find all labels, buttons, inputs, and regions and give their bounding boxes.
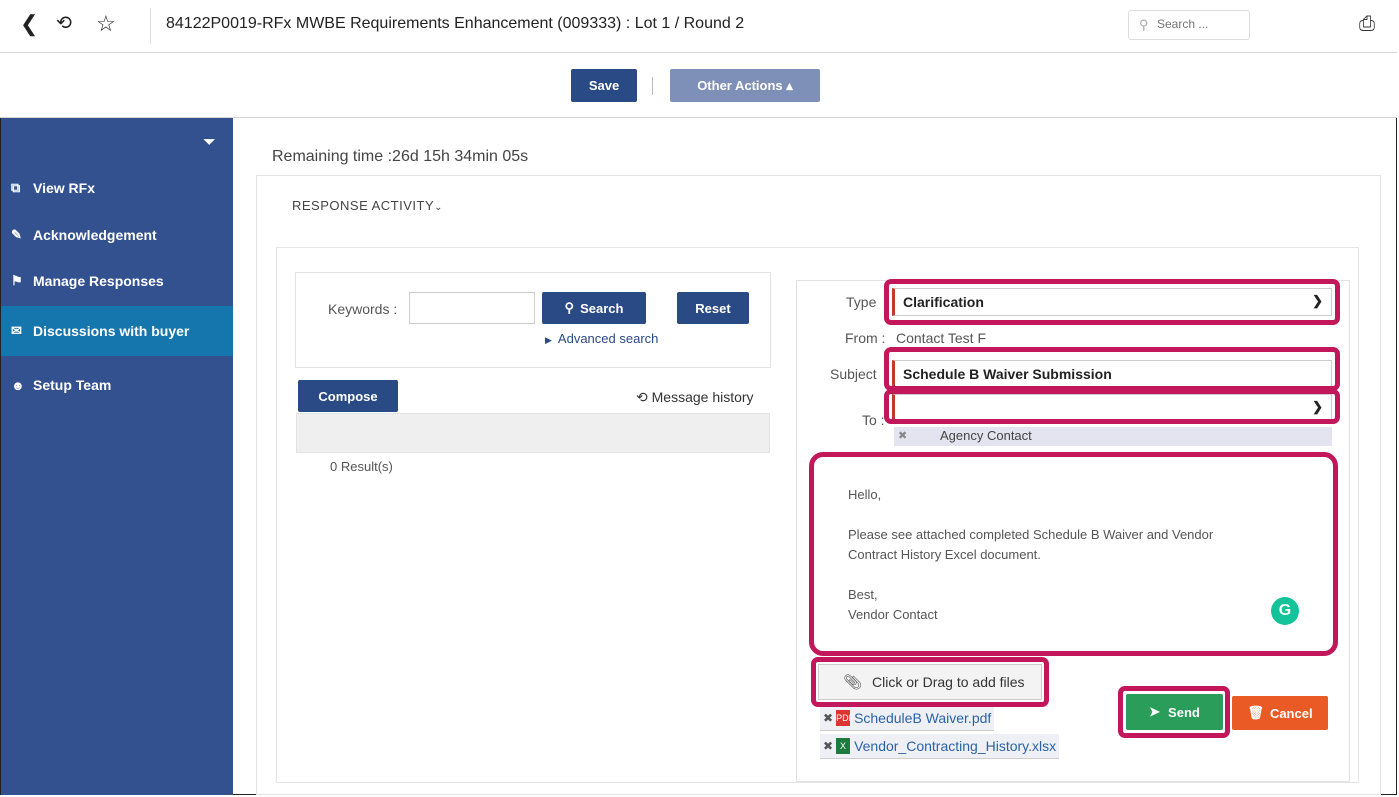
subject-value: Schedule B Waiver Submission	[903, 366, 1112, 382]
divider	[652, 77, 653, 95]
grammarly-icon[interactable]: G	[1271, 597, 1299, 625]
history-icon[interactable]: ⟲	[56, 12, 72, 36]
attachment-name: ScheduleB Waiver.pdf	[854, 710, 992, 726]
pin-icon[interactable]: ⏷	[203, 134, 216, 152]
document-icon: ⧉	[11, 180, 21, 195]
compose-button[interactable]: Compose	[298, 380, 398, 412]
caret-right-icon: ▶	[545, 335, 552, 345]
to-label: To :	[862, 412, 885, 428]
print-icon[interactable]: ⎙	[1359, 13, 1375, 36]
to-select[interactable]: ❯	[892, 394, 1332, 422]
section-label: RESPONSE ACTIVITY	[292, 198, 435, 213]
search-input[interactable]	[1155, 16, 1249, 32]
body-greeting: Hello,	[848, 487, 882, 502]
chevron-down-icon: ❯	[1312, 293, 1323, 308]
message-body[interactable]: Hello, Please see attached completed Sch…	[822, 467, 1326, 645]
sidebar-item-manage-responses[interactable]: ⚑ Manage Responses	[1, 261, 233, 301]
remaining-time: Remaining time :26d 15h 34min 05s	[272, 148, 529, 165]
sidebar-item-label: View RFx	[33, 180, 95, 196]
body-line: Please see attached completed Schedule B…	[848, 527, 1214, 542]
sidebar-item-acknowledgement[interactable]: ✎ Acknowledgement	[1, 215, 233, 255]
search-icon: ⚲	[1139, 17, 1149, 32]
excel-file-icon: X	[836, 738, 851, 754]
remove-icon[interactable]: ✖	[823, 711, 833, 725]
global-search[interactable]: ⚲	[1128, 10, 1250, 40]
message-history-link[interactable]: ⟲ Message history	[636, 389, 754, 406]
body-signature: Vendor Contact	[848, 607, 938, 622]
top-bar: ❮ ⟲ ☆ 84122P0019-RFx MWBE Requirements E…	[0, 0, 1397, 53]
history-icon: ⟲	[636, 389, 648, 405]
remove-icon[interactable]: ✖	[823, 739, 833, 753]
message-history-label: Message history	[651, 389, 754, 405]
chevron-down-icon: ⌄	[434, 202, 444, 213]
chat-icon: ✉	[11, 323, 22, 338]
reset-button[interactable]: Reset	[677, 292, 749, 324]
pdf-file-icon: PDF	[836, 710, 854, 726]
body-line: Contract History Excel document.	[848, 547, 1041, 562]
search-button[interactable]: ⚲ Search	[542, 292, 646, 324]
trash-icon: 🗑︎	[1247, 705, 1264, 720]
sidebar-item-label: Setup Team	[33, 377, 112, 393]
search-icon: ⚲	[564, 300, 575, 315]
sidebar-item-view-rfx[interactable]: ⧉ View RFx	[1, 168, 233, 208]
sidebar-item-label: Acknowledgement	[33, 227, 157, 243]
subject-label: Subject	[830, 366, 877, 382]
tag-icon: ⚑	[11, 273, 23, 288]
sidebar: ⏷ ⧉ View RFx ✎ Acknowledgement ⚑ Manage …	[1, 118, 233, 795]
from-value: Contact Test F	[896, 330, 987, 346]
edit-icon: ✎	[11, 227, 22, 242]
type-label: Type	[846, 294, 877, 310]
remove-icon[interactable]: ✖	[898, 429, 907, 442]
search-button-label: Search	[580, 300, 624, 316]
section-toggle[interactable]: RESPONSE ACTIVITY⌄	[292, 198, 443, 213]
paper-plane-icon: ➤	[1149, 704, 1161, 719]
advanced-search-label: Advanced search	[557, 331, 659, 346]
sidebar-item-discussions[interactable]: ✉ Discussions with buyer	[1, 306, 233, 356]
save-button[interactable]: Save	[571, 69, 637, 102]
back-icon[interactable]: ❮	[20, 12, 38, 36]
from-label: From :	[845, 330, 886, 346]
attach-label: Click or Drag to add files	[872, 674, 1025, 690]
star-icon[interactable]: ☆	[96, 12, 116, 36]
keywords-label: Keywords :	[328, 301, 398, 317]
message-list-header	[296, 413, 770, 453]
recipient-chip: ✖ Agency Contact	[894, 427, 1332, 446]
sidebar-item-label: Discussions with buyer	[33, 323, 190, 339]
attachment-name: Vendor_Contracting_History.xlsx	[854, 738, 1057, 754]
paperclip-icon: 📎︎	[843, 674, 863, 691]
divider	[150, 8, 151, 44]
type-select[interactable]: Clarification ❯	[892, 288, 1332, 316]
attachment-item[interactable]: ✖ PDF ScheduleB Waiver.pdf	[820, 706, 995, 731]
other-actions-button[interactable]: Other Actions ▴	[670, 69, 820, 102]
results-count: 0 Result(s)	[330, 459, 393, 474]
attachment-item[interactable]: ✖ X Vendor_Contracting_History.xlsx	[820, 734, 1060, 759]
cancel-label: Cancel	[1269, 705, 1313, 721]
send-button[interactable]: ➤ Send	[1126, 694, 1223, 730]
cancel-button[interactable]: 🗑︎ Cancel	[1232, 696, 1328, 730]
type-value: Clarification	[903, 294, 984, 310]
body-closing: Best,	[848, 587, 878, 602]
recipient-name: Agency Contact	[940, 428, 1032, 443]
page-title: 84122P0019-RFx MWBE Requirements Enhance…	[166, 15, 745, 32]
chevron-down-icon: ❯	[1312, 399, 1323, 414]
sidebar-item-label: Manage Responses	[33, 273, 164, 289]
send-label: Send	[1168, 704, 1200, 720]
keywords-input[interactable]	[409, 292, 535, 324]
team-icon: ☻	[11, 377, 25, 393]
subject-input[interactable]: Schedule B Waiver Submission	[892, 360, 1332, 388]
sidebar-item-setup-team[interactable]: ☻ Setup Team	[1, 365, 233, 405]
attach-files-dropzone[interactable]: 📎︎ Click or Drag to add files	[818, 664, 1042, 700]
advanced-search-link[interactable]: ▶ Advanced search	[545, 331, 658, 346]
